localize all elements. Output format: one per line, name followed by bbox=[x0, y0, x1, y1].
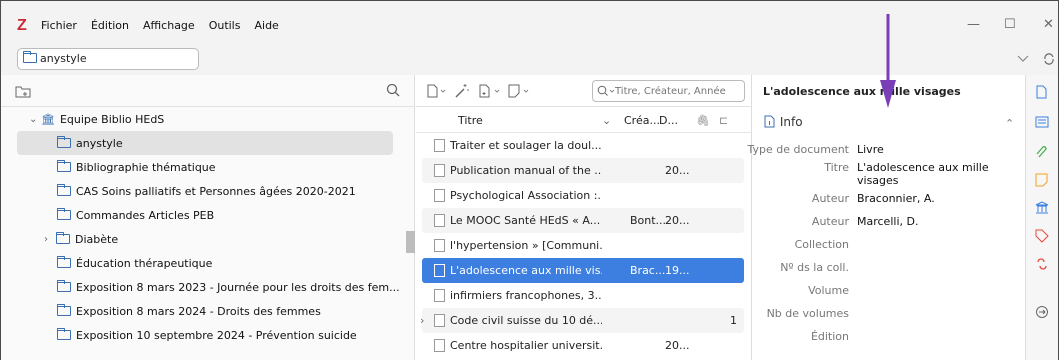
library-root[interactable]: ⌄ 🏛 Equipe Biblio HEdS bbox=[1, 107, 401, 131]
items-pane: Titre ⌄ Créa... D... 🖇 ⊏ Traiter et soul… bbox=[416, 75, 752, 360]
item-row[interactable]: infirmiers francophones, 3... bbox=[422, 283, 744, 308]
collection-item[interactable]: Bibliographie thématique bbox=[1, 155, 401, 179]
item-row-selected[interactable]: L'adolescence aux mille vis... Brac... 19.… bbox=[422, 258, 744, 283]
search-icon[interactable] bbox=[386, 83, 401, 98]
column-title[interactable]: Titre bbox=[458, 114, 483, 127]
info-section-header[interactable]: Info bbox=[763, 115, 803, 129]
info-icon bbox=[764, 115, 775, 128]
column-creator[interactable]: Créa... bbox=[624, 114, 660, 127]
menu-edition[interactable]: Édition bbox=[91, 19, 129, 32]
info-nav-icon[interactable] bbox=[1035, 85, 1049, 99]
folder-icon bbox=[57, 160, 71, 172]
document-icon bbox=[434, 339, 445, 352]
document-icon bbox=[434, 139, 445, 152]
book-icon bbox=[434, 264, 445, 277]
item-row[interactable]: Psychological Association :... bbox=[422, 183, 744, 208]
add-attachment-icon[interactable] bbox=[478, 84, 502, 98]
locate-nav-icon[interactable] bbox=[1035, 305, 1049, 319]
menu-bar: Fichier Édition Affichage Outils Aide bbox=[41, 19, 293, 32]
collection-item[interactable]: Exposition 8 mars 2023 - Journée pour le… bbox=[1, 275, 401, 299]
folder-icon bbox=[57, 256, 71, 268]
collection-scrollbar[interactable] bbox=[404, 155, 416, 345]
collection-item[interactable]: Éducation thérapeutique bbox=[1, 251, 401, 275]
library-root-label: Equipe Biblio HEdS bbox=[59, 112, 165, 126]
libraries-nav-icon[interactable] bbox=[1035, 201, 1049, 215]
collection-item[interactable]: Exposition 10 septembre 2024 - Préventio… bbox=[1, 323, 401, 347]
item-row[interactable]: Traiter et soulager la doul... bbox=[422, 133, 744, 158]
column-date[interactable]: D... bbox=[659, 114, 678, 127]
new-collection-icon[interactable] bbox=[15, 84, 31, 98]
folder-icon bbox=[57, 136, 71, 148]
magic-wand-icon[interactable] bbox=[454, 83, 470, 99]
item-row[interactable]: Publication manual of the ... 20... bbox=[422, 158, 744, 183]
folder-icon bbox=[57, 328, 71, 340]
title-bar: Z Fichier Édition Affichage Outils Aide … bbox=[0, 0, 1059, 43]
folder-icon bbox=[56, 232, 70, 244]
items-toolbar bbox=[416, 75, 751, 107]
item-row[interactable]: Centre hospitalier universit... 20... bbox=[422, 333, 744, 358]
chevron-right-icon[interactable]: › bbox=[44, 234, 56, 245]
folder-icon bbox=[57, 208, 71, 220]
library-tab-label: anystyle bbox=[40, 52, 87, 65]
items-list: Traiter et soulager la doul... Publicati… bbox=[416, 133, 752, 358]
maximize-button[interactable]: ☐ bbox=[1004, 17, 1016, 32]
document-icon bbox=[434, 314, 445, 327]
item-row[interactable]: l'hypertension » [Communi... bbox=[422, 233, 744, 258]
collection-tree: ⌄ 🏛 Equipe Biblio HEdS anystyle Bibliogr… bbox=[1, 107, 401, 347]
folder-icon bbox=[57, 184, 71, 196]
minimize-button[interactable]: — bbox=[967, 17, 980, 32]
document-icon bbox=[434, 189, 445, 202]
item-row[interactable]: › Code civil suisse du 10 dé... 1 bbox=[420, 308, 744, 333]
item-pane-sidenav bbox=[1025, 75, 1059, 360]
new-note-icon[interactable] bbox=[508, 84, 530, 98]
tags-nav-icon[interactable] bbox=[1035, 229, 1049, 243]
document-icon bbox=[434, 289, 445, 302]
new-item-icon[interactable] bbox=[426, 84, 446, 98]
chevron-down-icon[interactable]: ⌄ bbox=[29, 114, 41, 125]
items-table-header: Titre ⌄ Créa... D... 🖇 ⊏ bbox=[416, 107, 752, 133]
attachment-column-icon[interactable]: 🖇 bbox=[696, 114, 710, 127]
related-nav-icon[interactable] bbox=[1035, 257, 1049, 271]
library-icon: 🏛 bbox=[41, 112, 55, 126]
scrollbar-thumb[interactable] bbox=[406, 231, 415, 253]
attachments-nav-icon[interactable] bbox=[1035, 145, 1049, 159]
menu-aide[interactable]: Aide bbox=[254, 19, 278, 32]
item-pane: L'adolescence aux mille visages Info ⌃ T… bbox=[747, 75, 1037, 360]
annotation-arrow bbox=[880, 14, 896, 108]
items-search-box[interactable] bbox=[592, 80, 745, 102]
zotero-logo: Z bbox=[17, 17, 27, 34]
library-tab[interactable]: anystyle bbox=[17, 48, 199, 70]
folder-icon bbox=[23, 51, 37, 63]
menu-fichier[interactable]: Fichier bbox=[41, 19, 77, 32]
document-icon bbox=[434, 214, 445, 227]
close-button[interactable]: ✕ bbox=[1043, 17, 1054, 32]
search-icon bbox=[597, 85, 615, 96]
collection-item[interactable]: Exposition 8 mars 2024 - Droits des femm… bbox=[1, 299, 401, 323]
collection-item[interactable]: CAS Soins palliatifs et Personnes âgées … bbox=[1, 179, 401, 203]
notes-nav-icon[interactable] bbox=[1035, 173, 1049, 187]
collection-toolbar bbox=[1, 75, 414, 107]
notes-column-icon[interactable]: ⊏ bbox=[719, 114, 728, 127]
collection-item[interactable]: anystyle bbox=[17, 131, 393, 155]
sync-icon[interactable] bbox=[1042, 52, 1056, 66]
items-search-input[interactable] bbox=[615, 83, 743, 99]
sort-chevron-icon[interactable]: ⌄ bbox=[602, 114, 611, 127]
menu-outils[interactable]: Outils bbox=[209, 19, 241, 32]
abstract-nav-icon[interactable] bbox=[1035, 115, 1049, 129]
collection-pane: ⌄ 🏛 Equipe Biblio HEdS anystyle Bibliogr… bbox=[0, 75, 415, 360]
chevron-right-icon[interactable]: › bbox=[420, 314, 424, 327]
chevron-down-icon[interactable] bbox=[1017, 55, 1029, 63]
folder-icon bbox=[57, 304, 71, 316]
library-bar: anystyle bbox=[0, 43, 1059, 75]
collapse-chevron-icon[interactable]: ⌃ bbox=[1005, 117, 1014, 130]
collection-item[interactable]: Commandes Articles PEB bbox=[1, 203, 401, 227]
document-icon bbox=[434, 164, 445, 177]
item-row[interactable]: Le MOOC Santé HEdS « A... Bont... 20... bbox=[422, 208, 744, 233]
folder-icon bbox=[57, 280, 71, 292]
collection-item[interactable]: › Diabète bbox=[1, 227, 401, 251]
document-icon bbox=[434, 239, 445, 252]
menu-affichage[interactable]: Affichage bbox=[143, 19, 195, 32]
